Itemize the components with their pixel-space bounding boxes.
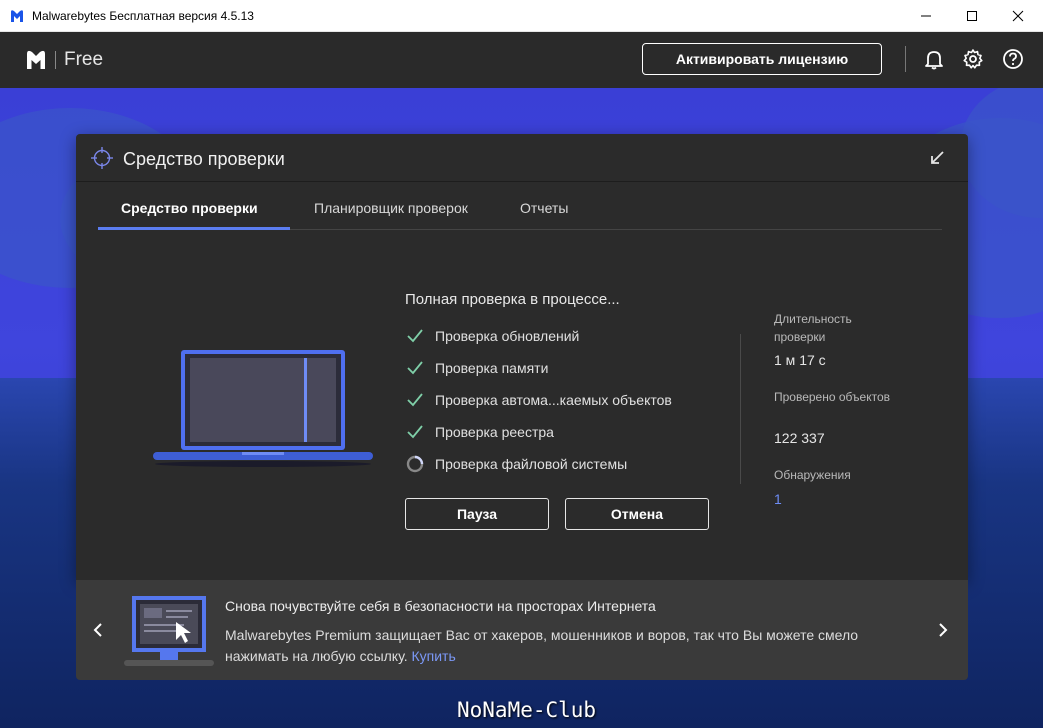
header-divider — [905, 46, 906, 72]
spinner-icon — [405, 454, 425, 474]
settings-button[interactable] — [962, 48, 984, 70]
laptop-illustration — [153, 350, 373, 467]
duration-value: 1 м 17 с — [774, 352, 826, 368]
promo-description: Malwarebytes Premium защищает Вас от хак… — [225, 625, 925, 667]
maximize-window-button[interactable] — [949, 0, 995, 32]
promo-prev-button[interactable] — [87, 618, 109, 642]
gear-icon — [963, 49, 983, 69]
app-header: Free Активировать лицензию — [0, 32, 1043, 88]
minimize-icon — [921, 15, 931, 17]
activate-license-button[interactable]: Активировать лицензию — [642, 43, 882, 75]
product-edition: Free — [64, 49, 104, 70]
tab-reports[interactable]: Отчеты — [520, 200, 568, 216]
scan-step: Проверка памяти — [405, 357, 548, 379]
scan-step-label: Проверка автома...каемых объектов — [435, 392, 672, 408]
close-icon — [1012, 10, 1024, 22]
checkmark-icon — [405, 390, 425, 410]
bell-icon — [925, 51, 943, 70]
stats-divider — [740, 334, 741, 484]
watermark: NoNaMe-Club — [457, 698, 597, 722]
scan-step-label: Проверка файловой системы — [435, 456, 628, 472]
scanned-objects-label: Проверено объектов — [774, 390, 890, 404]
detections-label: Обнаружения — [774, 468, 851, 482]
promo-banner: Снова почувствуйте себя в безопасности н… — [76, 580, 968, 680]
scan-step-label: Проверка памяти — [435, 360, 549, 376]
checkmark-icon — [405, 422, 425, 442]
help-button[interactable] — [1002, 48, 1024, 70]
scan-step-label: Проверка реестра — [435, 424, 554, 440]
promo-next-button[interactable] — [932, 618, 954, 642]
cancel-button[interactable]: Отмена — [565, 498, 709, 530]
checkmark-icon — [405, 358, 425, 378]
close-window-button[interactable] — [995, 0, 1041, 32]
scanner-panel: Средство проверки Средство проверки План… — [76, 134, 968, 580]
duration-label: Длительность проверки — [774, 312, 852, 344]
active-tab-indicator — [98, 227, 290, 230]
scan-step: Проверка автома...каемых объектов — [405, 389, 672, 411]
tab-scanner[interactable]: Средство проверки — [121, 200, 258, 216]
tab-scheduler[interactable]: Планировщик проверок — [314, 200, 468, 216]
minimize-window-button[interactable] — [903, 0, 949, 32]
pause-button[interactable]: Пауза — [405, 498, 549, 530]
logo-separator — [55, 51, 56, 69]
promo-text: Malwarebytes Premium защищает Вас от хак… — [225, 627, 859, 664]
scan-step-label: Проверка обновлений — [435, 328, 580, 344]
buy-link[interactable]: Купить — [411, 648, 455, 664]
panel-header: Средство проверки — [76, 134, 968, 182]
notifications-button[interactable] — [923, 48, 945, 70]
scan-status-title: Полная проверка в процессе... — [405, 291, 620, 308]
chevron-right-icon — [939, 623, 948, 637]
window-titlebar: Malwarebytes Бесплатная версия 4.5.13 — [0, 0, 1043, 32]
collapse-arrow-icon[interactable] — [928, 149, 946, 167]
promo-title: Снова почувствуйте себя в безопасности н… — [225, 598, 656, 614]
checkmark-icon — [405, 326, 425, 346]
scanned-objects-value: 122 337 — [774, 430, 825, 446]
scan-step: Проверка реестра — [405, 421, 554, 443]
detections-value[interactable]: 1 — [774, 491, 782, 507]
chevron-left-icon — [93, 623, 102, 637]
panel-tabs: Средство проверки Планировщик проверок О… — [98, 184, 942, 230]
scan-step: Проверка файловой системы — [405, 453, 627, 475]
monitor-cursor-illustration — [124, 596, 214, 666]
help-icon — [1003, 49, 1023, 69]
crosshair-icon — [91, 147, 113, 169]
panel-title: Средство проверки — [123, 149, 285, 169]
window-title: Malwarebytes Бесплатная версия 4.5.13 — [32, 8, 254, 23]
scan-step: Проверка обновлений — [405, 325, 579, 347]
malwarebytes-logo-icon — [27, 50, 45, 69]
malwarebytes-logo-icon — [11, 9, 23, 22]
maximize-icon — [967, 11, 977, 21]
